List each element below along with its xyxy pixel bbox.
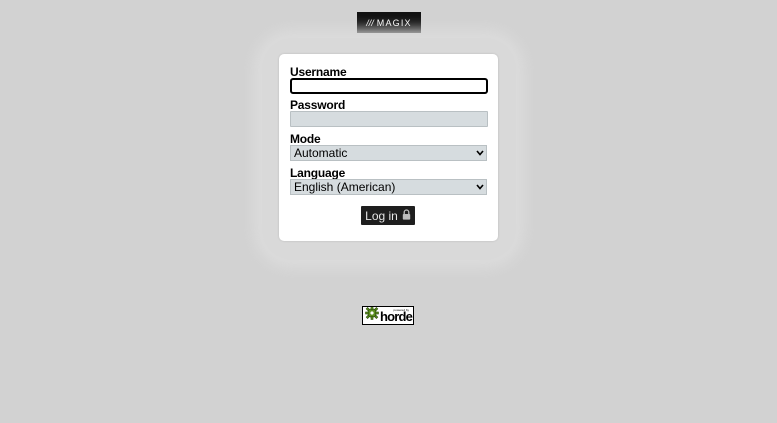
username-label: Username	[290, 65, 347, 79]
login-button-label: Log in	[365, 208, 398, 223]
powered-by-horde-badge[interactable]: horde powered by	[362, 306, 414, 325]
password-label: Password	[290, 98, 346, 112]
horde-gear-icon	[365, 307, 379, 324]
lock-icon	[402, 208, 411, 223]
mode-label: Mode	[290, 132, 321, 146]
login-page: /// MAGIX Username Password Mode Automat…	[0, 0, 777, 423]
chevron-down-icon	[474, 146, 486, 160]
mode-select[interactable]: Automatic	[290, 145, 487, 161]
language-select[interactable]: English (American)	[290, 179, 487, 195]
mode-selected-value: Automatic	[294, 146, 348, 160]
horde-powered-caption: powered by	[393, 308, 409, 312]
language-label: Language	[290, 166, 346, 180]
login-card: Username Password Mode Automatic Languag…	[279, 54, 498, 241]
magix-logo: /// MAGIX	[357, 12, 421, 33]
logo-text: MAGIX	[376, 17, 412, 28]
logo-mark: ///	[366, 17, 374, 28]
chevron-down-icon	[474, 180, 486, 194]
language-selected-value: English (American)	[294, 180, 396, 194]
login-button[interactable]: Log in	[361, 206, 415, 225]
username-input[interactable]	[290, 78, 488, 94]
password-input[interactable]	[290, 111, 488, 127]
